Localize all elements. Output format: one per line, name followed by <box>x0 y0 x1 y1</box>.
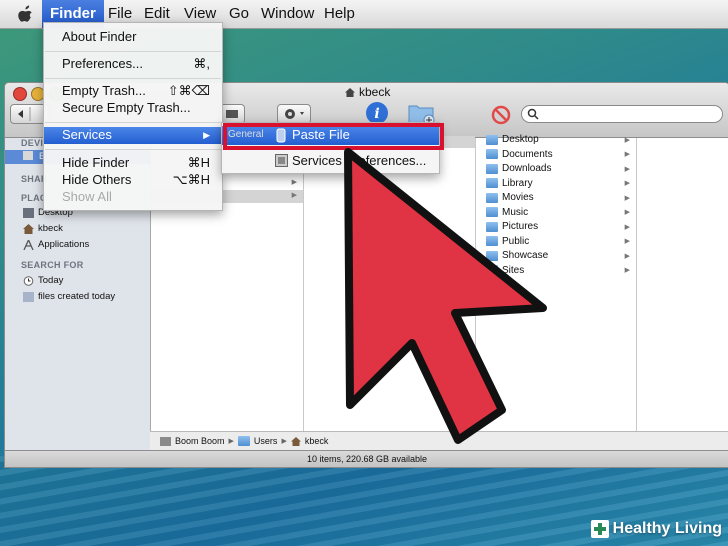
plus-logo-icon <box>590 520 609 538</box>
red-pointer-arrow <box>344 148 547 444</box>
watermark-text: Healthy Living <box>612 520 722 537</box>
watermark-logo: Healthy Living <box>590 520 722 538</box>
